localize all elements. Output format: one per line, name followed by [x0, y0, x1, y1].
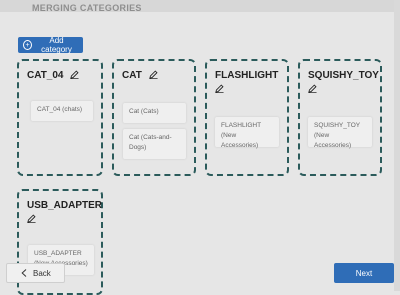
edit-pencil-icon[interactable]: [308, 84, 317, 98]
scrollbar[interactable]: [394, 0, 400, 291]
edit-pencil-icon[interactable]: [27, 214, 36, 228]
next-label: Next: [355, 268, 373, 278]
category-name: USB_ADAPTER: [27, 200, 103, 211]
category-item-label: CAT_04 (chats): [37, 106, 83, 113]
back-button[interactable]: Back: [6, 263, 65, 283]
category-card-header: CAT_04: [27, 69, 93, 84]
category-item-label: Cat (Cats): [129, 108, 159, 115]
category-item-label: FLASHLIGHT (New Accessories): [221, 122, 261, 149]
plus-icon: +: [23, 40, 32, 50]
add-category-button[interactable]: + Add category: [18, 36, 83, 54]
chevron-left-icon: [21, 269, 27, 277]
category-item-label: SQUISHY_TOY (New Accessories): [314, 122, 360, 149]
category-card: CAT_04 CAT_04 (chats): [17, 59, 103, 176]
edit-pencil-icon[interactable]: [148, 70, 158, 84]
category-item[interactable]: FLASHLIGHT (New Accessories): [215, 117, 279, 149]
add-category-label: Add category: [41, 36, 72, 54]
category-item-label: Cat (Cats-and-Dogs): [129, 134, 172, 151]
edit-pencil-icon[interactable]: [70, 70, 79, 84]
category-item[interactable]: Cat (Cats-and-Dogs): [123, 129, 186, 159]
category-card: SQUISHY_TOY SQUISHY_TOY (New Accessories…: [298, 59, 382, 176]
category-item[interactable]: SQUISHY_TOY (New Accessories): [308, 117, 372, 149]
category-item[interactable]: Cat (Cats): [123, 103, 186, 123]
next-button[interactable]: Next: [334, 263, 394, 283]
back-label: Back: [33, 268, 51, 278]
category-name: SQUISHY_TOY: [308, 70, 379, 81]
category-name: CAT_04: [27, 70, 64, 81]
category-item[interactable]: CAT_04 (chats): [31, 101, 93, 121]
category-card: CAT Cat (Cats) Cat (Cats-and-Dogs): [112, 59, 196, 176]
category-card-header: CAT: [122, 69, 186, 84]
category-card: FLASHLIGHT FLASHLIGHT (New Accessories): [205, 59, 289, 176]
category-card-header: SQUISHY_TOY: [308, 69, 379, 98]
page-title: MERGING CATEGORIES: [32, 3, 142, 13]
category-name: FLASHLIGHT: [215, 70, 279, 81]
category-card-header: USB_ADAPTER: [27, 199, 102, 228]
category-card-header: FLASHLIGHT: [215, 69, 279, 98]
edit-pencil-icon[interactable]: [215, 84, 224, 98]
category-name: CAT: [122, 70, 142, 81]
